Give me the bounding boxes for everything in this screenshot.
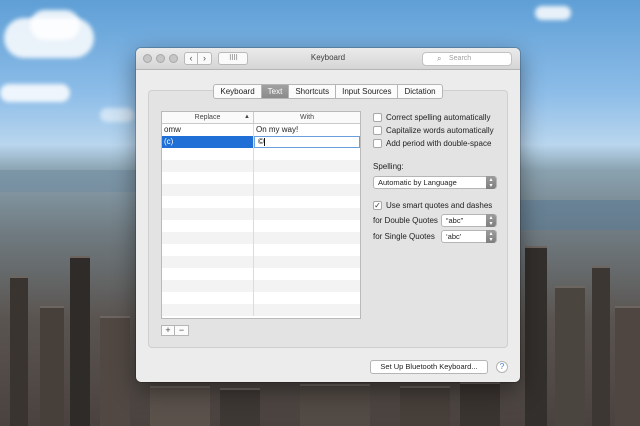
double-quotes-select[interactable]: “abc” ▴ ▾ [441, 213, 497, 227]
building [100, 316, 130, 426]
building [555, 286, 585, 426]
with-edit-field[interactable]: © [254, 136, 360, 148]
double-quotes-row: for Double Quotes “abc” ▴ ▾ [373, 212, 503, 228]
checkbox-label: Add period with double-space [386, 139, 492, 148]
cloud [535, 6, 571, 20]
tab-bar: Keyboard Text Shortcuts Input Sources Di… [136, 84, 520, 99]
table-header: Replace ▲ With [162, 112, 360, 124]
updown-chevron-icon: ▴ ▾ [486, 176, 496, 189]
replace-cell[interactable]: omw [162, 124, 254, 136]
checkbox-label: Capitalize words automatically [386, 126, 494, 135]
sort-ascending-icon: ▲ [244, 114, 250, 120]
checkbox-box[interactable] [373, 126, 382, 135]
remove-button[interactable]: − [175, 325, 189, 336]
tab-text[interactable]: Text [261, 84, 290, 99]
table-row [162, 268, 360, 280]
table-row [162, 196, 360, 208]
checkbox-label: Use smart quotes and dashes [386, 201, 493, 210]
table-row[interactable]: omw On my way! [162, 124, 360, 136]
updown-chevron-icon: ▴ ▾ [486, 229, 496, 243]
cloud [0, 84, 70, 102]
building [220, 388, 260, 426]
checkbox-label: Correct spelling automatically [386, 113, 491, 122]
with-column-header[interactable]: With [254, 112, 360, 123]
checkbox-box[interactable] [373, 139, 382, 148]
with-header-label: With [300, 114, 314, 121]
keyboard-preferences-window: ‹ › ⠿⠿ Keyboard ⌕ Search Keyboard Text S… [136, 48, 520, 382]
table-row [162, 148, 360, 160]
building [70, 256, 90, 426]
add-button[interactable]: + [161, 325, 175, 336]
building [300, 384, 370, 426]
building [400, 386, 450, 426]
checkbox-box[interactable] [373, 113, 382, 122]
table-row [162, 256, 360, 268]
tab-shortcuts[interactable]: Shortcuts [289, 84, 337, 99]
table-row [162, 304, 360, 316]
search-field[interactable]: ⌕ Search [422, 52, 512, 66]
single-quotes-label: for Single Quotes [373, 231, 435, 241]
table-row-selected[interactable]: (c) © [162, 136, 360, 148]
capitalize-words-checkbox[interactable]: Capitalize words automatically [373, 124, 503, 137]
correct-spelling-checkbox[interactable]: Correct spelling automatically [373, 111, 503, 124]
checkbox-box-checked[interactable]: ✓ [373, 201, 382, 210]
building [615, 306, 640, 426]
table-row [162, 220, 360, 232]
tab-input-sources[interactable]: Input Sources [336, 84, 399, 99]
add-remove-controls: + − [161, 325, 189, 336]
building [40, 306, 64, 426]
replace-header-label: Replace [194, 114, 221, 121]
help-button[interactable]: ? [496, 361, 508, 373]
title-bar: ‹ › ⠿⠿ Keyboard ⌕ Search [136, 48, 520, 70]
table-row [162, 232, 360, 244]
table-row [162, 208, 360, 220]
tab-dictation[interactable]: Dictation [398, 84, 443, 99]
smart-quotes-checkbox[interactable]: ✓ Use smart quotes and dashes [373, 199, 503, 212]
double-quotes-value: “abc” [446, 215, 464, 225]
building [10, 276, 28, 426]
table-row [162, 280, 360, 292]
add-period-checkbox[interactable]: Add period with double-space [373, 137, 503, 150]
spelling-select[interactable]: Automatic by Language ▴ ▾ [373, 176, 497, 189]
search-placeholder: Search [449, 55, 472, 62]
table-row [162, 184, 360, 196]
table-rows: omw On my way! (c) © [162, 124, 360, 316]
single-quotes-select[interactable]: ‘abc’ ▴ ▾ [441, 229, 497, 243]
text-tab-panel: Replace ▲ With omw On my way! (c) © + − … [148, 90, 508, 348]
table-row [162, 292, 360, 304]
double-quotes-label: for Double Quotes [373, 215, 438, 225]
text-options: Correct spelling automatically Capitaliz… [373, 111, 503, 244]
text-caret [263, 137, 265, 146]
river [0, 170, 136, 192]
search-icon: ⌕ [437, 54, 442, 63]
tab-keyboard[interactable]: Keyboard [213, 84, 262, 99]
table-row [162, 160, 360, 172]
cloud [30, 10, 80, 40]
building [150, 386, 210, 426]
cloud [100, 108, 134, 122]
replace-column-header[interactable]: Replace ▲ [162, 112, 254, 123]
building [592, 266, 610, 426]
single-quotes-row: for Single Quotes ‘abc’ ▴ ▾ [373, 228, 503, 244]
setup-bluetooth-keyboard-button[interactable]: Set Up Bluetooth Keyboard... [370, 360, 488, 374]
updown-chevron-icon: ▴ ▾ [486, 213, 496, 227]
building [525, 246, 547, 426]
with-cell[interactable]: © [254, 136, 360, 148]
table-row [162, 172, 360, 184]
table-row [162, 244, 360, 256]
single-quotes-value: ‘abc’ [446, 231, 462, 241]
building [460, 382, 500, 426]
replacement-table[interactable]: Replace ▲ With omw On my way! (c) © [161, 111, 361, 319]
spelling-select-value: Automatic by Language [378, 178, 457, 187]
with-cell[interactable]: On my way! [254, 124, 360, 136]
river [520, 200, 640, 230]
replace-cell[interactable]: (c) [162, 136, 254, 148]
spelling-label: Spelling: [373, 162, 404, 171]
